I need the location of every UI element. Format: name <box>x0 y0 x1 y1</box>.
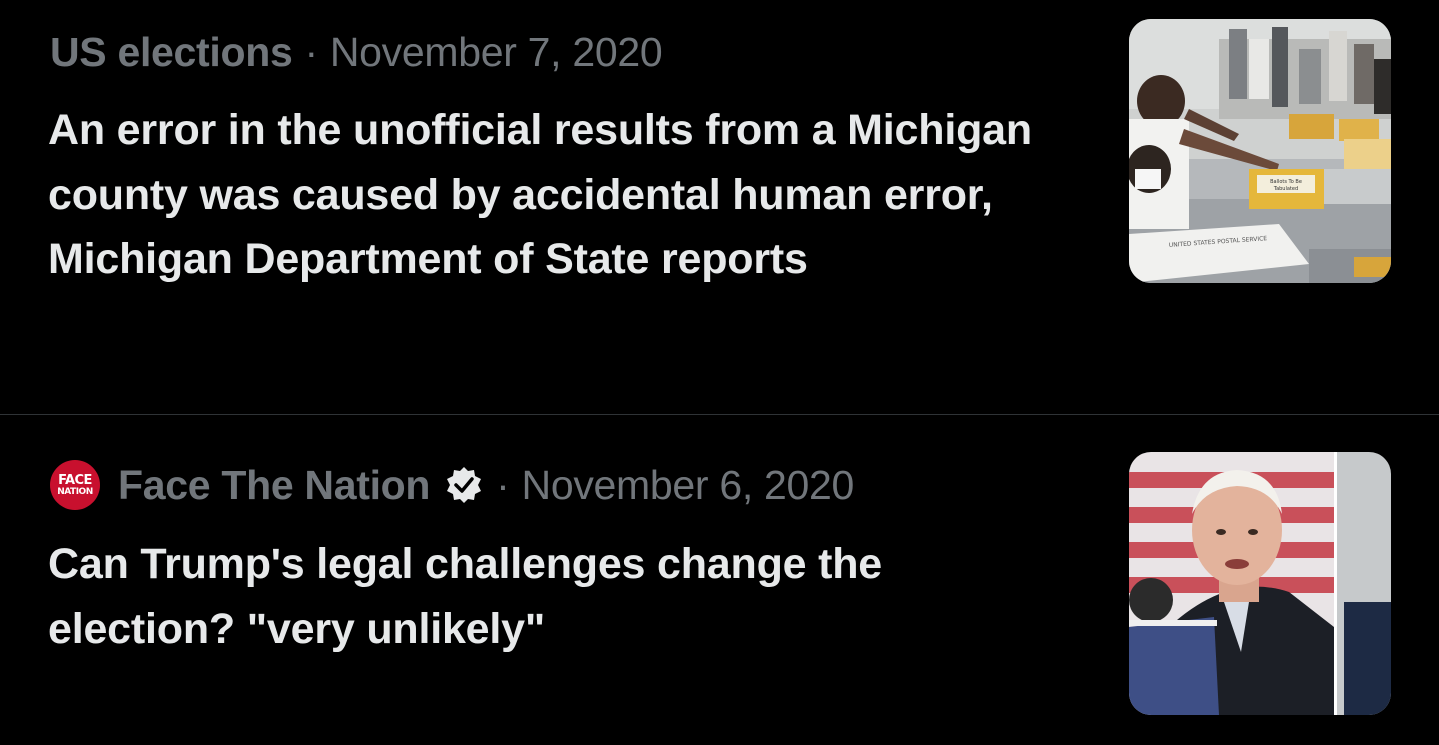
item-date: November 7, 2020 <box>329 28 663 75</box>
item-date: November 6, 2020 <box>521 461 855 508</box>
item-meta: FACE NATION Face The Nation · November 6… <box>50 453 854 517</box>
verified-badge-icon <box>444 465 484 505</box>
item-thumbnail <box>1129 452 1391 715</box>
logo-line1: FACE <box>58 472 92 488</box>
news-item-michigan-error[interactable]: US elections · November 7, 2020 An error… <box>0 0 1439 414</box>
news-feed: US elections · November 7, 2020 An error… <box>0 0 1439 745</box>
topic-label: US elections <box>50 28 293 75</box>
item-thumbnail: Ballots To Be Tabulated UNITED STATES PO… <box>1129 19 1391 283</box>
item-headline: Can Trump's legal challenges change the … <box>48 540 882 653</box>
item-headline: An error in the unofficial results from … <box>48 106 1032 283</box>
item-meta: US elections · November 7, 2020 <box>50 28 663 76</box>
logo-line2: NATION <box>57 486 93 497</box>
meta-separator: · <box>304 28 318 75</box>
svg-text:Tabulated: Tabulated <box>1273 186 1298 192</box>
svg-text:Ballots To Be: Ballots To Be <box>1270 179 1302 185</box>
meta-separator: · <box>496 461 510 508</box>
face-the-nation-logo[interactable]: FACE NATION <box>50 460 100 510</box>
news-item-legal-challenges[interactable]: FACE NATION Face The Nation · November 6… <box>0 415 1439 745</box>
source-name[interactable]: Face The Nation <box>118 462 430 509</box>
